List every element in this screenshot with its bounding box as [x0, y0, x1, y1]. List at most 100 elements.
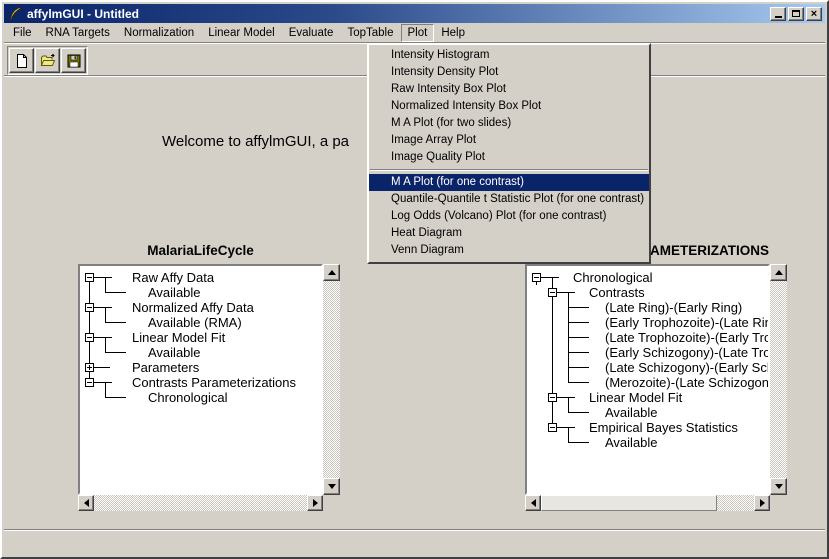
menubar-item-toptable[interactable]: TopTable: [340, 24, 400, 42]
tree-row: Linear Model Fit: [529, 390, 768, 405]
new-file-icon: [14, 53, 30, 69]
open-file-button[interactable]: [35, 48, 60, 73]
window-title: affylmGUI - Untitled: [27, 7, 139, 21]
tree-node-label[interactable]: Chronological: [148, 390, 228, 405]
maximize-icon: [792, 10, 800, 17]
plot-menu-item[interactable]: Image Quality Plot: [369, 149, 649, 166]
right-tree-title: AMETERIZATIONS: [650, 243, 769, 261]
right-tree-horizontal-scrollbar[interactable]: [525, 495, 770, 511]
tree-expand-icon[interactable]: [85, 363, 94, 372]
scrollbar-track[interactable]: [770, 281, 787, 478]
tree-node-label[interactable]: (Merozoite)-(Late Schizogony): [605, 375, 770, 390]
scroll-left-button[interactable]: [78, 495, 94, 511]
plot-menu-item[interactable]: M A Plot (for one contrast): [369, 174, 649, 191]
plot-menu-item[interactable]: Intensity Density Plot: [369, 64, 649, 81]
tree-node-label[interactable]: Available: [148, 285, 201, 300]
tree-node-label[interactable]: Available: [148, 345, 201, 360]
menubar-item-rna-targets[interactable]: RNA Targets: [39, 24, 117, 42]
close-button[interactable]: ×: [806, 7, 822, 21]
tree-node-label[interactable]: (Early Trophozoite)-(Late Ring): [605, 315, 770, 330]
plot-menu-item[interactable]: Venn Diagram: [369, 242, 649, 259]
tree-node-label[interactable]: Linear Model Fit: [589, 390, 682, 405]
tree-connector: [577, 330, 593, 345]
maximize-button[interactable]: [788, 7, 804, 21]
welcome-message: Welcome to affylmGUI, a pa: [162, 133, 349, 150]
left-tree-horizontal-scrollbar[interactable]: [78, 495, 323, 511]
scroll-down-button[interactable]: [323, 478, 340, 495]
plot-menu-item[interactable]: Heat Diagram: [369, 225, 649, 242]
tree-row: Chronological: [82, 390, 321, 405]
tree-node-label[interactable]: (Early Schizogony)-(Late Trophozoite): [605, 345, 770, 360]
tree-node-label[interactable]: (Late Trophozoite)-(Early Trophozoite): [605, 330, 770, 345]
plot-menu-item[interactable]: Raw Intensity Box Plot: [369, 81, 649, 98]
tree-connector: [545, 330, 561, 345]
tree-node-label[interactable]: Available (RMA): [148, 315, 242, 330]
tree-connector: [577, 405, 593, 420]
tree-collapse-icon[interactable]: [548, 423, 557, 432]
menubar-item-evaluate[interactable]: Evaluate: [282, 24, 341, 42]
tree-collapse-icon[interactable]: [85, 333, 94, 342]
tree-node-label[interactable]: Available: [605, 405, 658, 420]
menubar-item-plot[interactable]: Plot: [401, 24, 435, 42]
left-tree-listbox[interactable]: Raw Affy DataAvailableNormalized Affy Da…: [78, 264, 323, 495]
scrollbar-track[interactable]: [94, 495, 307, 511]
tree-collapse-icon[interactable]: [85, 303, 94, 312]
left-tree-vertical-scrollbar[interactable]: [323, 264, 340, 495]
menubar-item-normalization[interactable]: Normalization: [117, 24, 201, 42]
scroll-right-button[interactable]: [307, 495, 323, 511]
tree-node-label[interactable]: Normalized Affy Data: [132, 300, 254, 315]
scroll-right-button[interactable]: [754, 495, 770, 511]
scrollbar-thumb[interactable]: [541, 495, 717, 511]
minimize-button[interactable]: [770, 7, 786, 21]
tree-node-label[interactable]: Linear Model Fit: [132, 330, 225, 345]
plot-menu-item[interactable]: Quantile-Quantile t Statistic Plot (for …: [369, 191, 649, 208]
tree-collapse-icon[interactable]: [532, 273, 541, 282]
tree-row: Available (RMA): [82, 315, 321, 330]
tree-connector: [577, 360, 593, 375]
tree-connector: [577, 345, 593, 360]
scroll-down-button[interactable]: [770, 478, 787, 495]
tree-connector: [529, 315, 545, 330]
menubar-item-help[interactable]: Help: [434, 24, 472, 42]
tree-node-label[interactable]: Contrasts Parameterizations: [132, 375, 296, 390]
tree-collapse-icon[interactable]: [85, 273, 94, 282]
save-floppy-icon: [66, 53, 82, 69]
tree-node-label[interactable]: (Late Schizogony)-(Early Schizogony): [605, 360, 770, 375]
plot-menu-item[interactable]: Image Array Plot: [369, 132, 649, 149]
tree-node-label[interactable]: Parameters: [132, 360, 199, 375]
scroll-left-button[interactable]: [525, 495, 541, 511]
tree-node-label[interactable]: Available: [605, 435, 658, 450]
save-file-button[interactable]: [61, 48, 86, 73]
tree-collapse-icon[interactable]: [548, 288, 557, 297]
right-tree-vertical-scrollbar[interactable]: [770, 264, 787, 495]
tree-connector: [529, 330, 545, 345]
scrollbar-track[interactable]: [541, 495, 754, 511]
tree-connector: [82, 390, 98, 405]
tree-collapse-icon[interactable]: [548, 393, 557, 402]
plot-menu-item[interactable]: Log Odds (Volcano) Plot (for one contras…: [369, 208, 649, 225]
tree-node-label[interactable]: Contrasts: [589, 285, 645, 300]
tree-node-label[interactable]: (Late Ring)-(Early Ring): [605, 300, 742, 315]
tree-row: Empirical Bayes Statistics: [529, 420, 768, 435]
menubar-item-linear-model[interactable]: Linear Model: [201, 24, 281, 42]
plot-menu-item[interactable]: M A Plot (for two slides): [369, 115, 649, 132]
new-file-button[interactable]: [9, 48, 34, 73]
status-bar: [4, 531, 825, 555]
scroll-up-button[interactable]: [770, 264, 787, 281]
tree-collapse-icon[interactable]: [85, 378, 94, 387]
scroll-up-button[interactable]: [323, 264, 340, 281]
tree-row: Normalized Affy Data: [82, 300, 321, 315]
right-tree-listbox[interactable]: ChronologicalContrasts(Late Ring)-(Early…: [525, 264, 770, 495]
scrollbar-track[interactable]: [323, 281, 340, 478]
title-bar[interactable]: affylmGUI - Untitled ×: [4, 4, 825, 23]
tree-node-label[interactable]: Chronological: [573, 270, 653, 285]
tree-connector: [545, 270, 561, 285]
tree-node-label[interactable]: Raw Affy Data: [132, 270, 214, 285]
tree-connector: [529, 300, 545, 315]
plot-menu-item[interactable]: Intensity Histogram: [369, 47, 649, 64]
tree-connector: [529, 375, 545, 390]
plot-menu-item[interactable]: Normalized Intensity Box Plot: [369, 98, 649, 115]
tree-node-label[interactable]: Empirical Bayes Statistics: [589, 420, 738, 435]
menubar-item-file[interactable]: File: [6, 24, 39, 42]
app-window: affylmGUI - Untitled × FileRNA TargetsNo…: [0, 0, 829, 559]
